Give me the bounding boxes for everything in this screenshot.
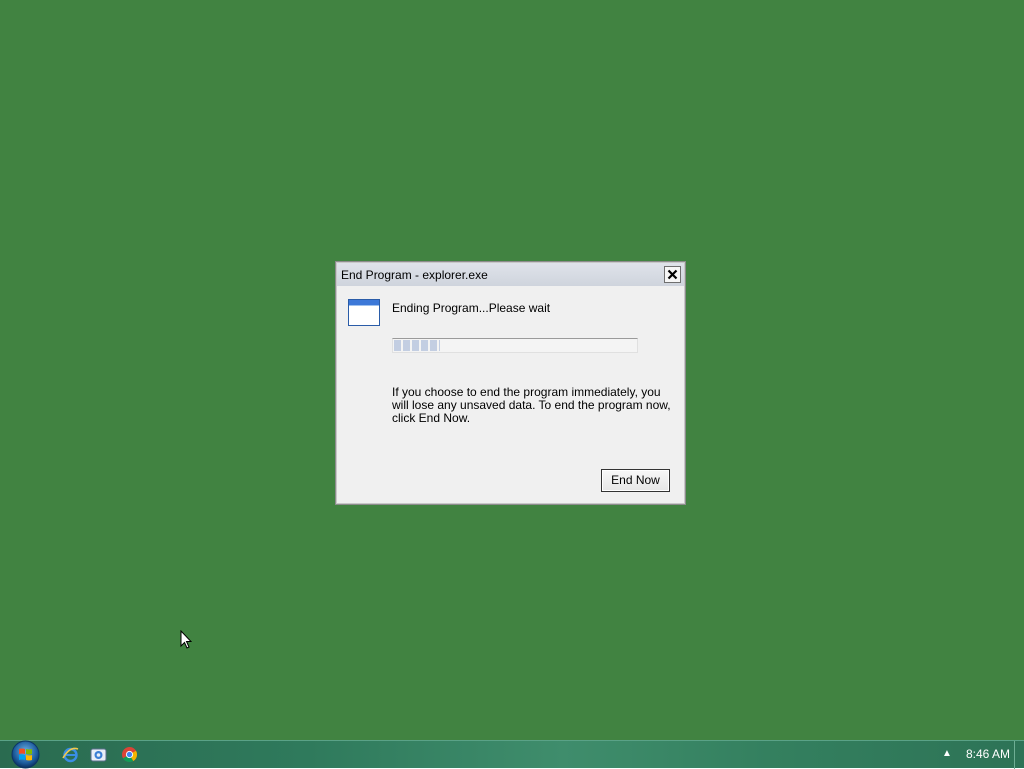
dialog-title: End Program - explorer.exe [341, 268, 488, 282]
window-icon [348, 299, 380, 326]
chrome-icon[interactable] [121, 746, 138, 763]
taskbar: ▲ 8:46 AM [0, 740, 1024, 769]
close-button[interactable] [664, 266, 681, 283]
progress-bar [392, 338, 638, 353]
mouse-cursor-icon [180, 630, 192, 649]
windows-explorer-icon[interactable] [90, 746, 107, 763]
show-hidden-icons-button[interactable]: ▲ [941, 748, 953, 760]
progress-fill [394, 340, 440, 351]
warning-text: If you choose to end the program immedia… [392, 385, 671, 425]
dialog-title-bar[interactable]: End Program - explorer.exe [337, 263, 684, 286]
desktop[interactable]: End Program - explorer.exe Ending Progra… [0, 0, 1024, 740]
end-program-dialog: End Program - explorer.exe Ending Progra… [335, 261, 686, 505]
status-message: Ending Program...Please wait [392, 301, 551, 315]
close-icon [667, 269, 678, 280]
end-now-button[interactable]: End Now [601, 469, 670, 492]
internet-explorer-icon[interactable] [62, 746, 79, 763]
show-desktop-button[interactable] [1014, 741, 1024, 769]
windows-start-icon[interactable] [11, 740, 40, 769]
taskbar-clock[interactable]: 8:46 AM [966, 747, 1010, 761]
